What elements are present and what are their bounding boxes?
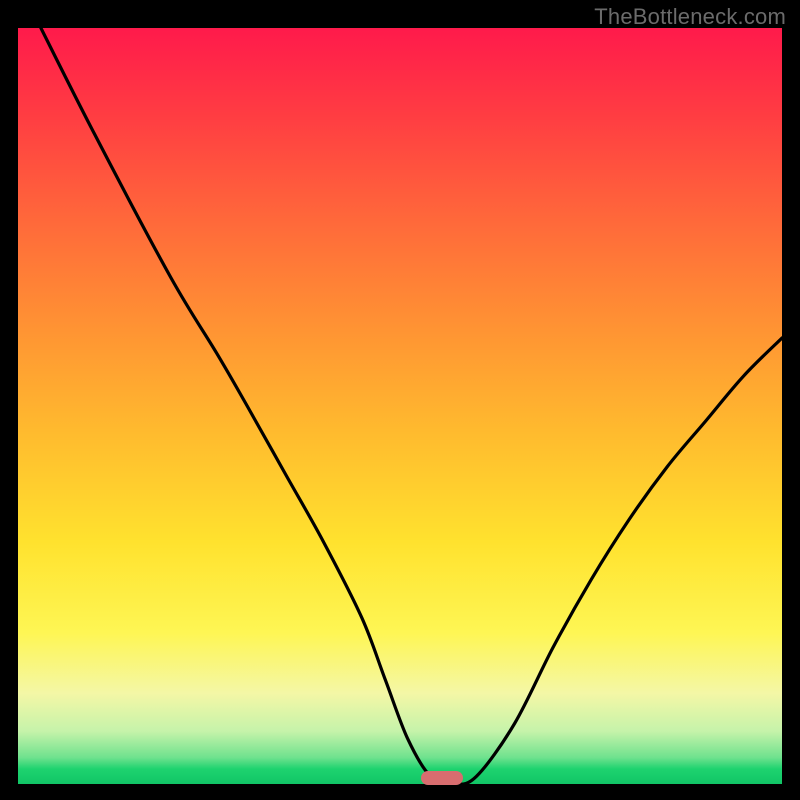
optimum-marker — [421, 771, 463, 785]
bottleneck-curve — [18, 28, 782, 784]
watermark-text: TheBottleneck.com — [594, 4, 786, 30]
chart-frame: TheBottleneck.com — [0, 0, 800, 800]
plot-area — [18, 28, 782, 784]
